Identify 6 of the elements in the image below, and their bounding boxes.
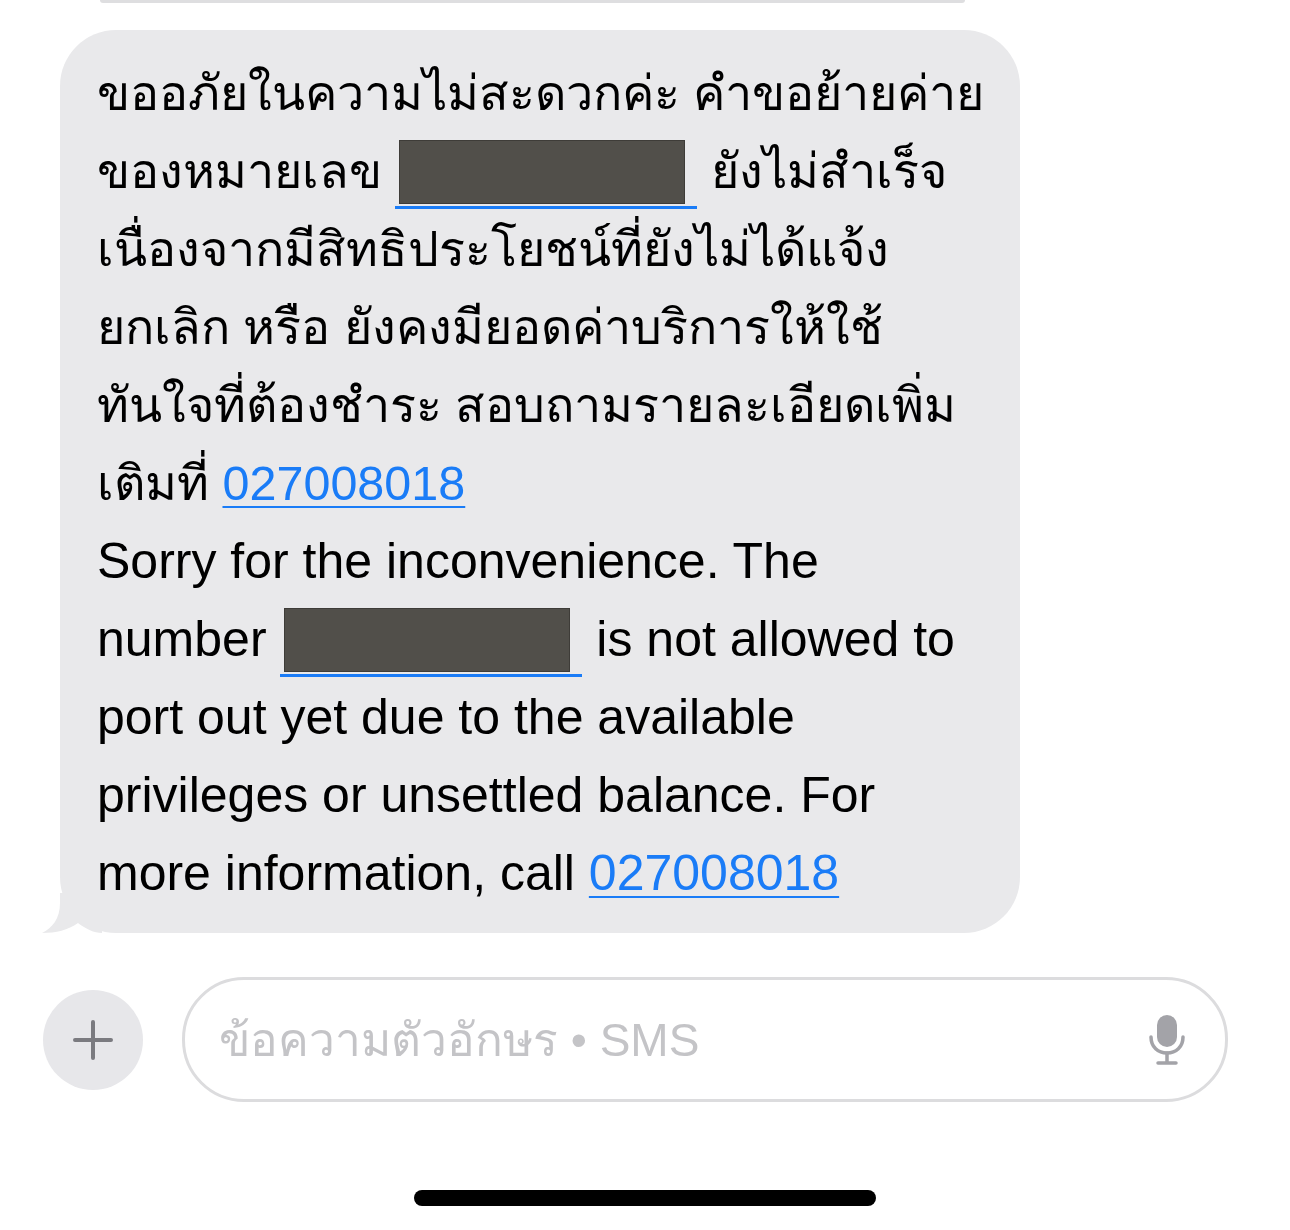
phone-link[interactable]: 027008018 xyxy=(222,456,466,510)
phone-link[interactable]: 027008018 xyxy=(588,845,840,901)
message-text: ขออภัยในความไม่สะดวกค่ะ คำขอย้ายค่ายของหมายเลข ยังไม่สำเร็จเนื่องจากมีสิทธิประโยชน์ที่ยังไม่ได้แจ้งยกเลิก หรือ ยังคงมียอดค่าบริการให้ใช้ทันใจที่ต้องชำระ สอบถามรายละเอียดเพิ่มเติมที่ 027008018 xyxy=(97,65,986,512)
message-text: Sorry for the inconvenience. The number is not allowed to port out yet due to the available privileges or unsettled balance. For more information, call 027008018 xyxy=(97,532,956,903)
message-field[interactable]: ข้อความตัวอักษร • SMS xyxy=(182,977,1228,1102)
plus-icon xyxy=(73,1019,113,1060)
